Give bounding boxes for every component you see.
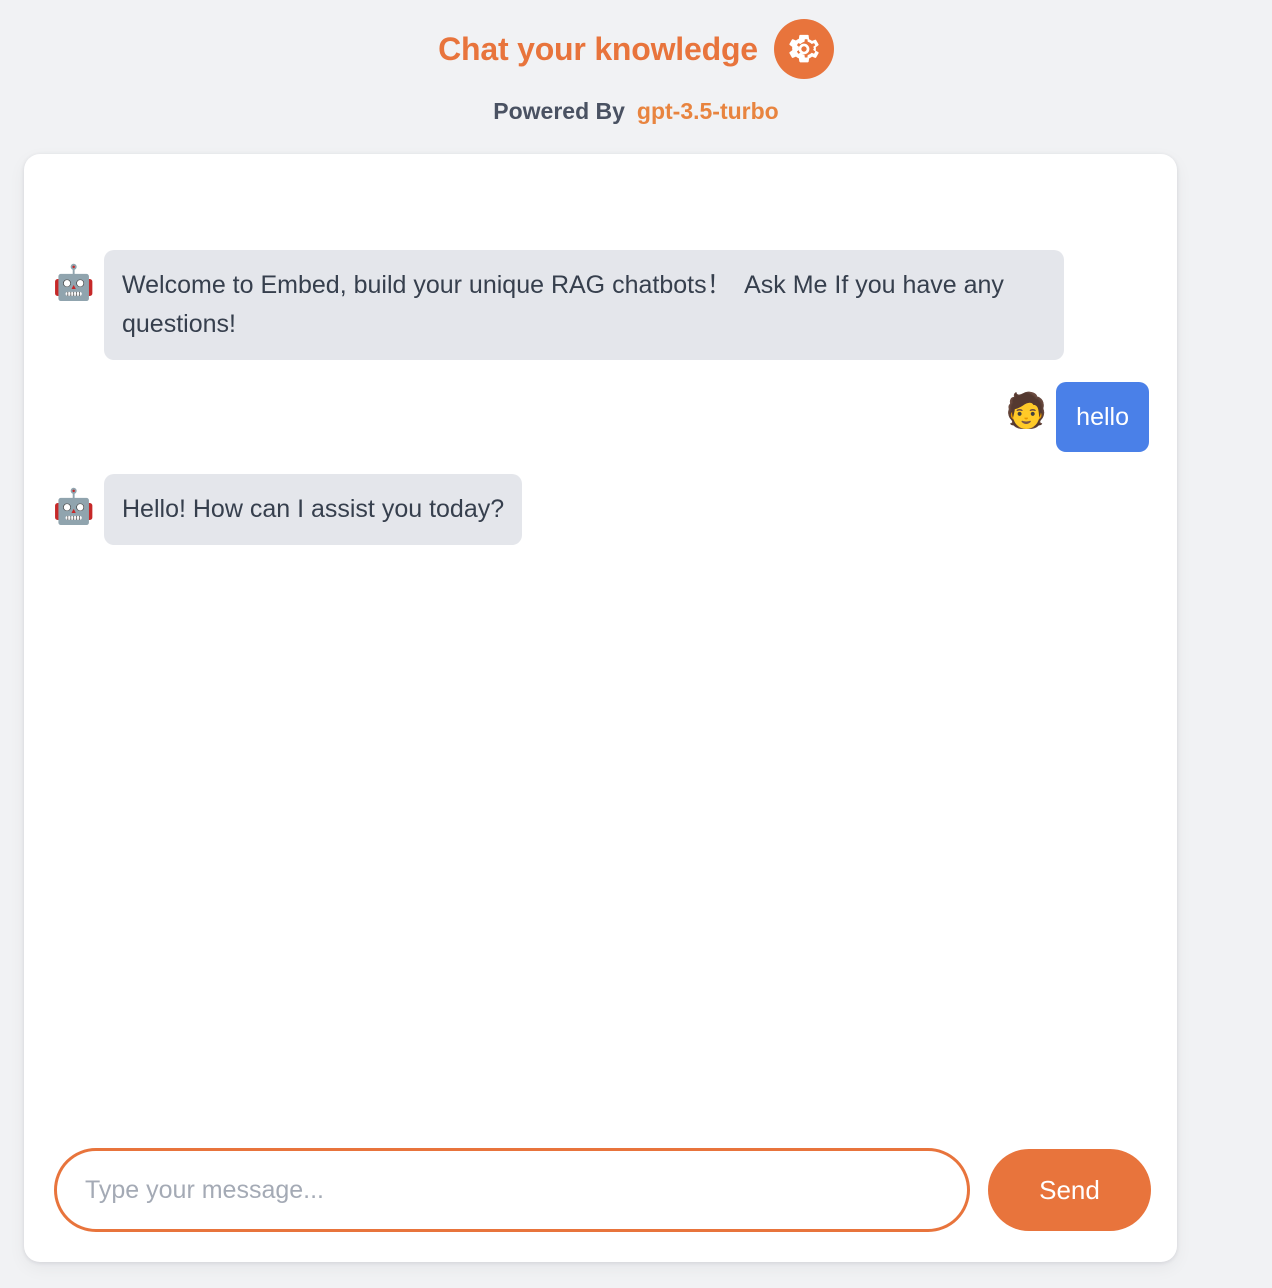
message-list[interactable]: 🤖 Welcome to Embed, build your unique RAG… — [24, 154, 1177, 1128]
model-name-label: gpt-3.5-turbo — [636, 97, 779, 124]
robot-avatar: 🤖 — [52, 488, 96, 527]
settings-button[interactable] — [773, 19, 834, 79]
message-bubble-bot: Welcome to Embed, build your unique RAG … — [104, 250, 1064, 360]
powered-by-row: Powered By gpt-3.5-turbo — [0, 96, 1272, 126]
message-input[interactable] — [54, 1148, 970, 1232]
robot-avatar: 🤖 — [52, 264, 96, 302]
send-button[interactable]: Send — [988, 1149, 1151, 1231]
composer: Send — [24, 1128, 1177, 1262]
title-row: Chat your knowledge — [0, 19, 1272, 79]
page-header: Chat your knowledge Powered By gpt-3.5-t… — [0, 0, 1272, 126]
powered-by-label: Powered By — [493, 97, 625, 124]
message-row-bot: 🤖 Hello! How can I assist you today? — [52, 474, 1149, 545]
message-row-bot: 🤖 Welcome to Embed, build your unique RAG… — [52, 250, 1149, 360]
message-row-user: 🧑 hello — [52, 381, 1149, 453]
person-avatar: 🧑 — [1005, 391, 1048, 430]
message-bubble-bot: Hello! How can I assist you today? — [104, 474, 523, 545]
chat-card: 🤖 Welcome to Embed, build your unique RAG… — [24, 154, 1177, 1262]
gear-icon — [787, 32, 821, 66]
message-bubble-user: hello — [1056, 381, 1149, 453]
page-title: Chat your knowledge — [438, 30, 758, 67]
